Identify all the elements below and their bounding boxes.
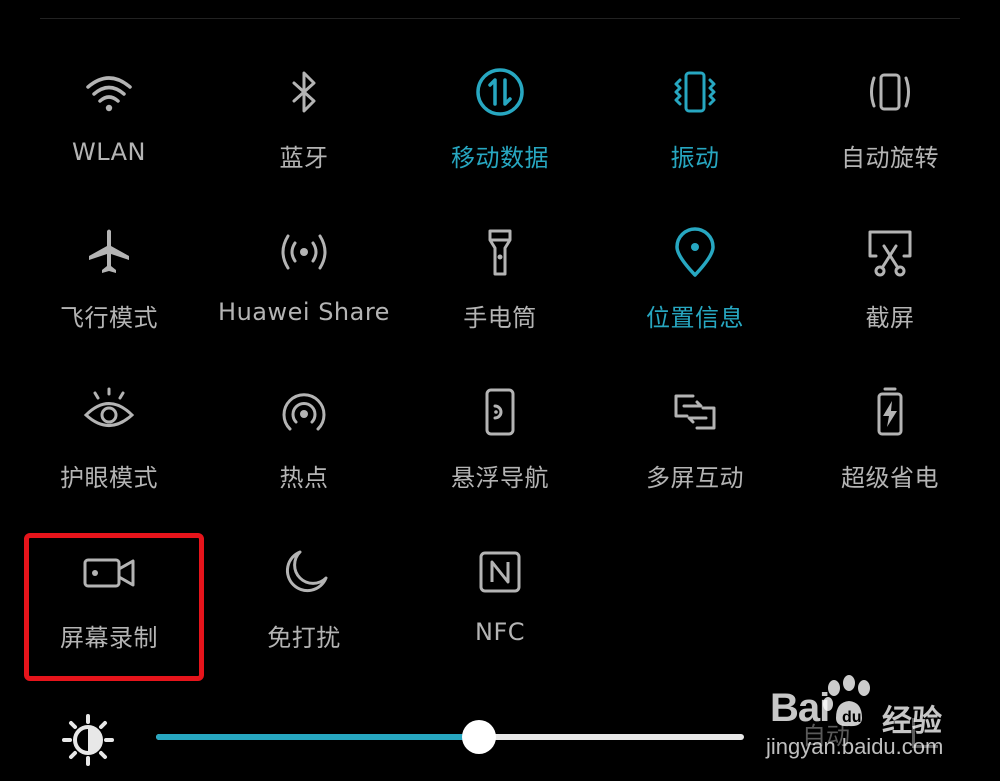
vibrate-icon	[665, 62, 725, 122]
mobile-data-icon	[470, 62, 530, 122]
tile-auto-rotate[interactable]: 自动旋转	[792, 62, 988, 212]
tile-vibrate[interactable]: 振动	[597, 62, 793, 212]
flashlight-icon	[470, 222, 530, 282]
tile-label: 截屏	[865, 304, 915, 332]
airplane-icon	[79, 222, 139, 282]
auto-rotate-icon	[860, 62, 920, 122]
floating-nav-icon	[470, 382, 530, 442]
tile-label: 蓝牙	[279, 144, 329, 172]
battery-saver-icon	[860, 382, 920, 442]
tile-label: 飞行模式	[60, 304, 158, 332]
do-not-disturb-icon	[274, 542, 334, 602]
brightness-slider-thumb[interactable]	[462, 720, 497, 754]
brightness-slider[interactable]	[156, 720, 744, 754]
nfc-icon	[470, 542, 530, 602]
tile-airplane-mode[interactable]: 飞行模式	[11, 222, 207, 372]
tile-label: 手电筒	[463, 304, 537, 332]
huawei-share-icon	[274, 222, 334, 282]
wifi-icon	[79, 62, 139, 122]
tile-bluetooth[interactable]: 蓝牙	[206, 62, 402, 212]
multi-screen-icon	[665, 382, 725, 442]
tile-hotspot[interactable]: 热点	[206, 382, 402, 532]
auto-brightness-check-icon[interactable]	[912, 718, 938, 748]
tile-do-not-disturb[interactable]: 免打扰	[206, 542, 402, 692]
tile-label: 悬浮导航	[451, 464, 549, 492]
tile-label: WLAN	[71, 138, 147, 166]
tile-huawei-share[interactable]: Huawei Share	[206, 222, 402, 372]
tile-label: 免打扰	[267, 624, 341, 652]
tile-label: 移动数据	[451, 144, 549, 172]
tile-eye-comfort[interactable]: 护眼模式	[11, 382, 207, 532]
bluetooth-icon	[274, 62, 334, 122]
location-icon	[665, 222, 725, 282]
tile-label: 热点	[279, 464, 329, 492]
tile-label: Huawei Share	[218, 298, 390, 326]
tile-nfc[interactable]: NFC	[402, 542, 598, 692]
tile-label: 超级省电	[841, 464, 939, 492]
tile-location[interactable]: 位置信息	[597, 222, 793, 372]
tile-label: 多屏互动	[646, 464, 744, 492]
tile-mobile-data[interactable]: 移动数据	[402, 62, 598, 212]
eye-comfort-icon	[79, 382, 139, 442]
brightness-icon	[60, 712, 116, 768]
tile-multi-screen[interactable]: 多屏互动	[597, 382, 793, 532]
tile-screenshot[interactable]: 截屏	[792, 222, 988, 372]
brightness-slider-fill	[156, 734, 480, 740]
top-divider	[40, 18, 960, 19]
screen-record-highlight-box	[24, 533, 204, 681]
screenshot-icon	[860, 222, 920, 282]
tile-wlan[interactable]: WLAN	[11, 62, 207, 212]
hotspot-icon	[274, 382, 334, 442]
auto-brightness-label[interactable]: 自动	[802, 716, 850, 751]
tile-label: 自动旋转	[841, 144, 939, 172]
tile-floating-nav[interactable]: 悬浮导航	[402, 382, 598, 532]
tile-label: NFC	[474, 618, 525, 646]
tile-label: 振动	[670, 144, 720, 172]
tile-label: 护眼模式	[60, 464, 158, 492]
tile-flashlight[interactable]: 手电筒	[402, 222, 598, 372]
tile-battery-saver[interactable]: 超级省电	[792, 382, 988, 532]
tile-label: 位置信息	[646, 304, 744, 332]
